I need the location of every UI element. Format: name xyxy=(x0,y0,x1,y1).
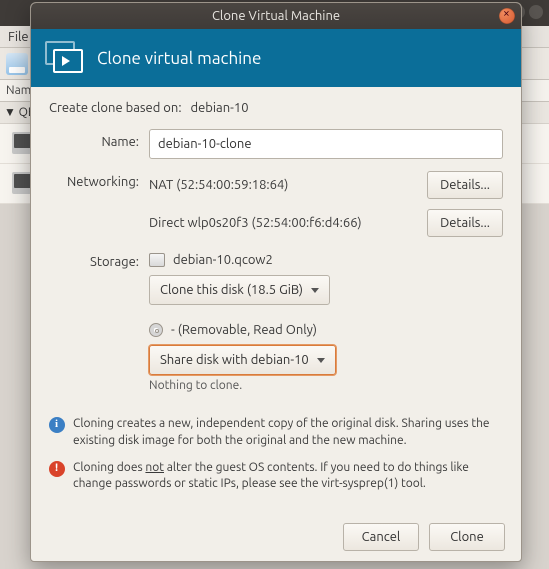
based-on-line: Create clone based on: debian-10 xyxy=(49,101,503,115)
bg-close-icon xyxy=(529,5,543,19)
nothing-to-clone-text: Nothing to clone. xyxy=(149,379,503,392)
disk-2-action-label: Share disk with debian-10 xyxy=(160,353,309,367)
based-on-value: debian-10 xyxy=(191,101,249,115)
based-on-label: Create clone based on: xyxy=(49,101,182,115)
chevron-down-icon xyxy=(311,288,319,293)
disk-2-action-combo[interactable]: Share disk with debian-10 xyxy=(149,345,336,375)
disk-1-action-label: Clone this disk (18.5 GiB) xyxy=(160,283,303,297)
dialog-header-text: Clone virtual machine xyxy=(97,49,261,68)
cdrom-icon xyxy=(149,323,163,337)
networking-label: Networking: xyxy=(49,169,149,189)
network-1-details-button[interactable]: Details... xyxy=(427,171,503,199)
warning-icon xyxy=(49,461,65,477)
clone-button[interactable]: Clone xyxy=(429,523,505,551)
dialog-header: Clone virtual machine xyxy=(31,29,521,87)
info-text-sharing: Cloning creates a new, independent copy … xyxy=(73,416,503,450)
disk-2-name: - (Removable, Read Only) xyxy=(171,323,317,337)
cancel-button[interactable]: Cancel xyxy=(343,523,419,551)
dialog-title-text: Clone Virtual Machine xyxy=(212,9,340,23)
new-vm-icon[interactable] xyxy=(6,53,28,75)
network-1-text: NAT (52:54:00:59:18:64) xyxy=(149,178,417,192)
close-icon[interactable] xyxy=(499,8,515,24)
clone-dialog: Clone Virtual Machine Clone virtual mach… xyxy=(30,2,522,562)
disk-1-action-combo[interactable]: Clone this disk (18.5 GiB) xyxy=(149,275,330,305)
network-2-text: Direct wlp0s20f3 (52:54:00:f6:d4:66) xyxy=(149,216,417,230)
name-label: Name: xyxy=(49,129,149,149)
disk-1-name: debian-10.qcow2 xyxy=(173,253,273,267)
menu-file[interactable]: File xyxy=(8,30,29,44)
network-2-details-button[interactable]: Details... xyxy=(427,209,503,237)
info-text-sysprep: Cloning does not alter the guest OS cont… xyxy=(73,460,503,494)
disk-icon xyxy=(149,253,165,267)
dialog-titlebar[interactable]: Clone Virtual Machine xyxy=(31,3,521,29)
storage-label: Storage: xyxy=(49,249,149,269)
clone-header-icon xyxy=(45,41,85,75)
info-icon xyxy=(49,417,65,433)
clone-name-input[interactable] xyxy=(149,129,503,159)
chevron-down-icon xyxy=(317,358,325,363)
